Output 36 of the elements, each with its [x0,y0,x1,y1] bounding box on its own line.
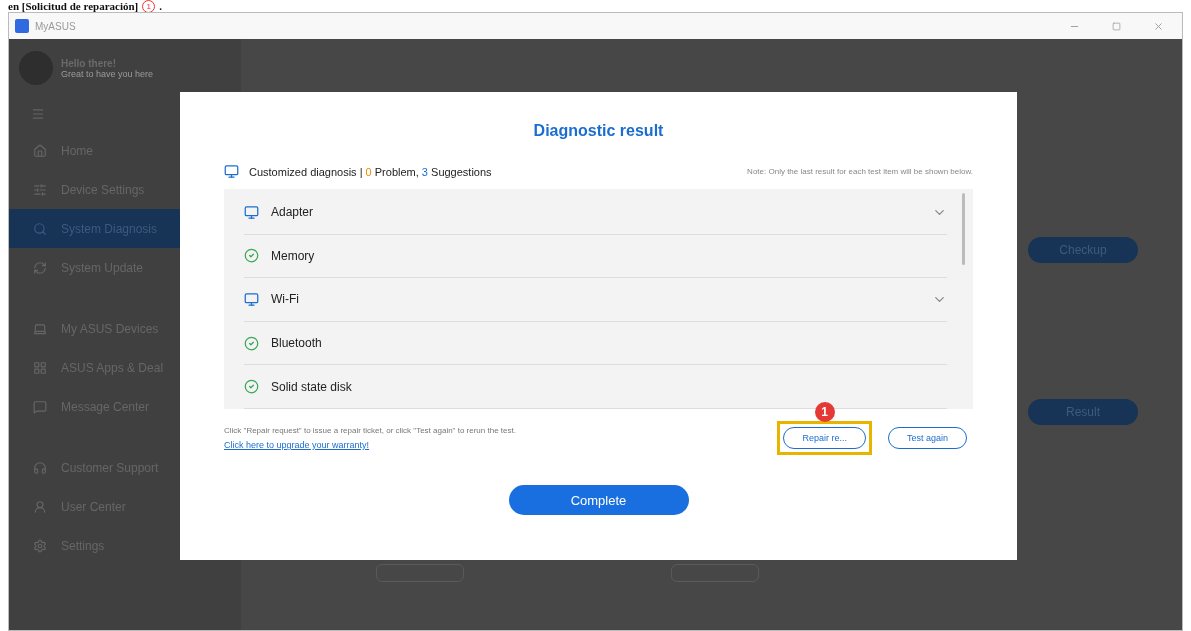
result-row[interactable]: Wi-Fi [244,278,947,322]
window-title: MyASUS [35,20,77,32]
result-row[interactable]: Adapter [244,191,947,235]
complete-button[interactable]: Complete [508,485,689,515]
summary-text: Customized diagnosis | 0 Problem, 3 Suggestions [249,165,492,178]
home-icon [33,143,47,158]
laptop-icon [33,321,47,336]
headset-icon [33,460,47,475]
scrollbar[interactable] [962,193,965,265]
note-text: Note: Only the last result for each test item will be shown below. [747,167,973,176]
refresh-icon [33,260,47,275]
caption-period: . [159,0,162,12]
check-circle-icon [244,379,259,395]
step-badge: 1 [814,402,835,422]
outline-button[interactable]: Repair re... [783,427,866,449]
monitor-icon [244,292,259,307]
warranty-link[interactable]: Click here to upgrade your warranty! [224,440,516,450]
sliders-icon [33,182,47,197]
outline-button[interactable]: Test again [887,427,967,449]
grid-icon [33,360,47,375]
caption-text: en [Solicitud de reparación] [8,0,139,12]
monitor-icon [224,164,239,179]
search-icon [33,221,47,236]
result-row[interactable]: Bluetooth [244,321,947,366]
user-icon [33,499,47,514]
settings-icon [33,538,47,553]
menu-icon[interactable] [31,107,45,121]
app-logo-icon [15,19,29,33]
greeting-subtitle: Great to have you here [61,68,154,79]
message-icon [33,399,47,414]
result-row[interactable]: Memory [244,234,947,279]
monitor-icon [244,204,259,220]
check-circle-icon [244,248,259,264]
dialog-title: Diagnostic result [532,122,665,140]
check-circle-icon [244,335,259,351]
hint-text: Click "Repair request" to issue a repair ticket, or click "Test again" to rerun the test. [224,426,516,435]
